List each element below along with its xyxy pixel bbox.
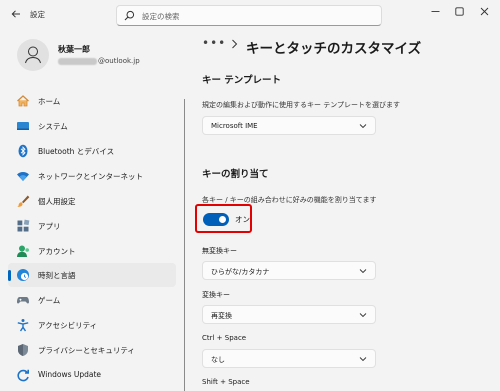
sidebar-item-bluetooth[interactable]: Bluetooth とデバイス bbox=[8, 139, 176, 163]
sidebar-item-system[interactable]: システム bbox=[8, 114, 176, 138]
sidebar-item-label: システム bbox=[38, 122, 68, 131]
sidebar-item-apps[interactable]: アプリ bbox=[8, 214, 176, 238]
sidebar-item-network[interactable]: ネットワークとインターネット bbox=[8, 164, 176, 188]
dropdown-value: 再変換 bbox=[211, 312, 232, 320]
sidebar-item-accessibility[interactable]: アクセシビリティ bbox=[8, 313, 176, 337]
bluetooth-icon bbox=[18, 144, 28, 158]
sidebar-item-label: ネットワークとインターネット bbox=[38, 172, 143, 181]
person-icon bbox=[25, 46, 41, 64]
sidebar-item-label: 個人用設定 bbox=[38, 197, 76, 206]
minimize-icon bbox=[431, 10, 439, 12]
muhenkan-label: 無変換キー bbox=[202, 247, 237, 255]
avatar[interactable] bbox=[17, 39, 49, 71]
minimize-button[interactable] bbox=[423, 0, 447, 22]
email-domain: @outlook.jp bbox=[98, 57, 140, 65]
home-icon bbox=[17, 95, 29, 107]
search-icon bbox=[124, 10, 135, 21]
shift-space-label: Shift + Space bbox=[202, 378, 250, 386]
sidebar-item-time-language[interactable]: 時刻と言語 bbox=[8, 263, 176, 287]
henkan-label: 変換キー bbox=[202, 291, 230, 299]
sidebar-item-label: ゲーム bbox=[38, 296, 61, 305]
chevron-right-icon bbox=[232, 39, 238, 49]
gamepad-icon bbox=[17, 297, 29, 304]
toggle-knob bbox=[219, 216, 226, 223]
breadcrumb-more-button[interactable]: ••• bbox=[202, 36, 226, 50]
dropdown-value: ひらがな/カタカナ bbox=[211, 268, 270, 276]
system-icon bbox=[17, 122, 29, 130]
update-icon bbox=[17, 369, 29, 382]
sidebar-item-label: Bluetooth とデバイス bbox=[38, 147, 115, 156]
sidebar-item-label: アクセシビリティ bbox=[38, 321, 98, 330]
dropdown-value: Microsoft IME bbox=[211, 122, 258, 130]
sidebar-item-gaming[interactable]: ゲーム bbox=[8, 288, 176, 312]
key-assignment-heading: キーの割り当て bbox=[202, 169, 269, 180]
key-template-description: 規定の編集および動作に使用するキー テンプレートを選びます bbox=[202, 101, 401, 109]
search-box[interactable]: 設定の検索 bbox=[116, 5, 382, 26]
sidebar-item-personalization[interactable]: 個人用設定 bbox=[8, 189, 176, 213]
brush-icon bbox=[17, 195, 30, 207]
sidebar-item-label: アカウント bbox=[38, 247, 76, 256]
user-email: @outlook.jp bbox=[58, 57, 140, 65]
chevron-down-icon bbox=[359, 124, 367, 129]
sidebar-item-home[interactable]: ホーム bbox=[8, 89, 176, 113]
sidebar-item-label: 時刻と言語 bbox=[38, 271, 76, 280]
sidebar-item-label: アプリ bbox=[38, 222, 61, 231]
sidebar-item-label: ホーム bbox=[38, 97, 61, 106]
toggle-state-label: オン bbox=[235, 215, 250, 224]
ctrl-space-dropdown[interactable]: なし bbox=[202, 349, 376, 368]
wifi-icon bbox=[17, 172, 29, 181]
time-language-icon bbox=[17, 269, 29, 281]
selection-indicator bbox=[8, 270, 11, 281]
sidebar-item-label: Windows Update bbox=[38, 370, 102, 379]
page-title: キーとタッチのカスタマイズ bbox=[246, 41, 422, 57]
redacted-email-name bbox=[58, 57, 97, 65]
shield-icon bbox=[18, 344, 28, 356]
key-assignment-toggle[interactable] bbox=[203, 213, 229, 226]
chevron-down-icon bbox=[359, 313, 367, 318]
user-name: 秋葉一郎 bbox=[58, 45, 90, 54]
maximize-icon bbox=[454, 6, 464, 16]
chevron-down-icon bbox=[359, 269, 367, 274]
sidebar-item-windows-update[interactable]: Windows Update bbox=[8, 363, 176, 387]
search-placeholder: 設定の検索 bbox=[142, 12, 180, 21]
muhenkan-dropdown[interactable]: ひらがな/カタカナ bbox=[202, 261, 376, 280]
account-icon bbox=[17, 245, 29, 257]
accessibility-icon bbox=[17, 319, 29, 332]
henkan-dropdown[interactable]: 再変換 bbox=[202, 305, 376, 324]
sidebar-item-accounts[interactable]: アカウント bbox=[8, 239, 176, 263]
dropdown-value: なし bbox=[211, 356, 225, 364]
key-template-heading: キー テンプレート bbox=[202, 75, 282, 86]
sidebar-item-label: プライバシーとセキュリティ bbox=[38, 346, 135, 355]
apps-icon bbox=[17, 219, 30, 232]
close-icon bbox=[480, 7, 488, 15]
app-title: 設定 bbox=[30, 10, 45, 19]
back-button[interactable] bbox=[6, 4, 26, 24]
ctrl-space-label: Ctrl + Space bbox=[202, 334, 247, 342]
sidebar-item-privacy[interactable]: プライバシーとセキュリティ bbox=[8, 338, 176, 362]
key-template-dropdown[interactable]: Microsoft IME bbox=[202, 116, 376, 135]
maximize-button[interactable] bbox=[447, 0, 471, 22]
back-arrow-icon bbox=[11, 10, 20, 18]
chevron-down-icon bbox=[359, 357, 367, 362]
close-button[interactable] bbox=[472, 0, 496, 22]
pane-divider bbox=[184, 99, 185, 391]
